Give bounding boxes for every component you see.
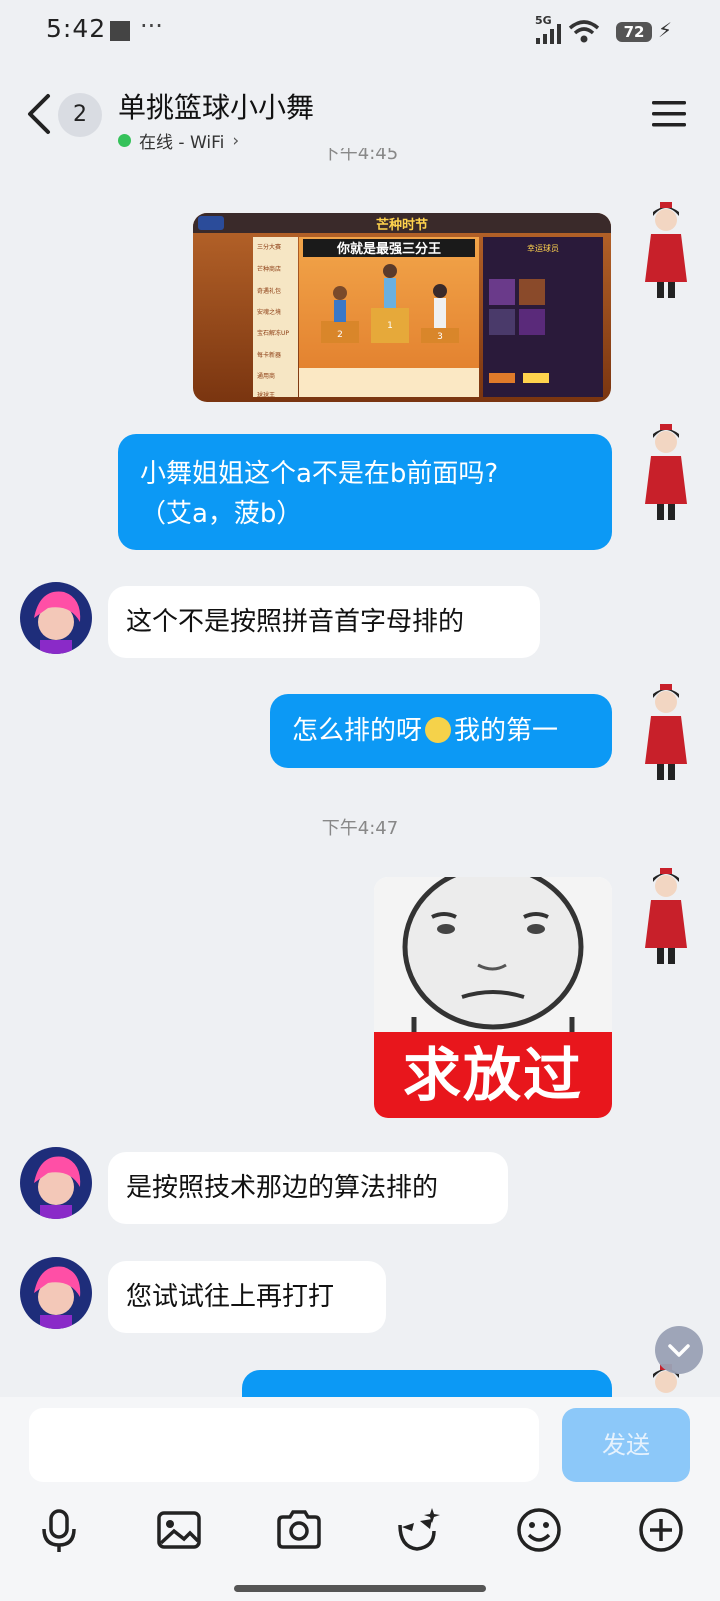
svg-text:幸运球员: 幸运球员 (527, 243, 559, 253)
back-arrow-icon[interactable] (24, 92, 54, 136)
sticker-caption: 求放过 (374, 1032, 612, 1118)
message-bubble-incoming[interactable]: 是按照技术那边的算法排的 (108, 1152, 508, 1224)
message-bubble-incoming[interactable]: 您试试往上再打打 (108, 1261, 386, 1333)
face-effect-icon[interactable] (392, 1505, 442, 1555)
camera-icon[interactable] (274, 1505, 324, 1555)
message-text: 我的第一 (454, 716, 559, 746)
timestamp: 下午4:45 (321, 148, 399, 164)
online-dot-icon (118, 134, 131, 147)
message-text: 是按照技术那边的算法排的 (126, 1173, 439, 1203)
message-bubble-incoming[interactable]: 这个不是按照拼音首字母排的 (108, 586, 540, 658)
chevron-down-icon (668, 1344, 690, 1357)
send-button[interactable]: 发送 (562, 1408, 690, 1482)
unread-count-badge[interactable]: 2 (58, 93, 102, 137)
svg-text:3: 3 (437, 332, 443, 342)
notification-icon (110, 21, 130, 41)
svg-text:三分大赛: 三分大赛 (257, 243, 281, 251)
meme-face-graphic (374, 877, 612, 1037)
my-avatar[interactable] (639, 424, 693, 524)
message-text: 小舞姐姐这个a不是在b前面吗? (140, 459, 499, 489)
svg-text:球球王: 球球王 (257, 391, 275, 399)
svg-text:芒种商店: 芒种商店 (257, 265, 281, 273)
message-bubble-outgoing[interactable]: 怎么排的呀 我的第一 (270, 694, 612, 768)
message-text: （艾a，菠b） (140, 499, 303, 529)
game-screenshot-graphic: 芒种时节 三分大赛 芒种商店 奇遇礼包 安魂之境 宝石解冻UP 每卡新器 通用商… (193, 213, 611, 402)
chat-title[interactable]: 单挑篮球小小舞 (118, 86, 314, 126)
emoji-icon[interactable] (514, 1505, 564, 1555)
contact-avatar[interactable] (20, 1257, 92, 1329)
emoji-face-icon (425, 717, 452, 743)
battery-indicator: 72 (616, 22, 652, 42)
plus-icon[interactable] (636, 1505, 686, 1555)
message-text: 这个不是按照拼音首字母排的 (126, 607, 465, 637)
menu-icon[interactable] (652, 100, 686, 128)
svg-text:安魂之境: 安魂之境 (257, 308, 281, 316)
home-indicator[interactable] (234, 1585, 486, 1592)
more-notifications-icon: ··· (140, 12, 163, 40)
my-avatar[interactable] (639, 868, 693, 968)
wifi-icon (568, 20, 600, 43)
my-avatar[interactable] (639, 202, 693, 302)
status-bar: 5:42 ··· 5G 72 ⚡ (0, 0, 720, 66)
svg-text:通用商: 通用商 (257, 372, 275, 380)
input-bar: 发送 (0, 1397, 720, 1601)
message-input[interactable] (29, 1408, 539, 1482)
svg-text:1: 1 (387, 321, 393, 331)
status-time: 5:42 (46, 14, 107, 43)
svg-text:奇遇礼包: 奇遇礼包 (257, 287, 281, 295)
message-text: 怎么排的呀 (292, 716, 423, 746)
svg-text:2: 2 (337, 330, 343, 340)
timestamp: 下午4:47 (321, 818, 399, 839)
my-avatar[interactable] (639, 684, 693, 784)
game-screenshot-image[interactable]: 芒种时节 三分大赛 芒种商店 奇遇礼包 安魂之境 宝石解冻UP 每卡新器 通用商… (193, 213, 611, 402)
charging-icon: ⚡ (658, 18, 673, 42)
signal-icon (536, 24, 561, 44)
contact-avatar[interactable] (20, 1147, 92, 1219)
message-text: 您试试往上再打打 (126, 1282, 335, 1312)
message-bubble-outgoing[interactable]: 小舞姐姐这个a不是在b前面吗? （艾a，菠b） (118, 434, 612, 550)
svg-text:芒种时节: 芒种时节 (376, 217, 428, 233)
chat-header: 2 单挑篮球小小舞 在线 - WiFi › (0, 66, 720, 158)
svg-text:每卡新器: 每卡新器 (257, 351, 281, 359)
scroll-to-bottom-button[interactable] (655, 1326, 703, 1374)
svg-text:宝石解冻UP: 宝石解冻UP (257, 329, 289, 337)
svg-text:你就是最强三分王: 你就是最强三分王 (336, 241, 441, 257)
microphone-icon[interactable] (34, 1505, 84, 1555)
contact-avatar[interactable] (20, 582, 92, 654)
sticker-image[interactable]: 求放过 (374, 877, 612, 1118)
image-icon[interactable] (154, 1505, 204, 1555)
